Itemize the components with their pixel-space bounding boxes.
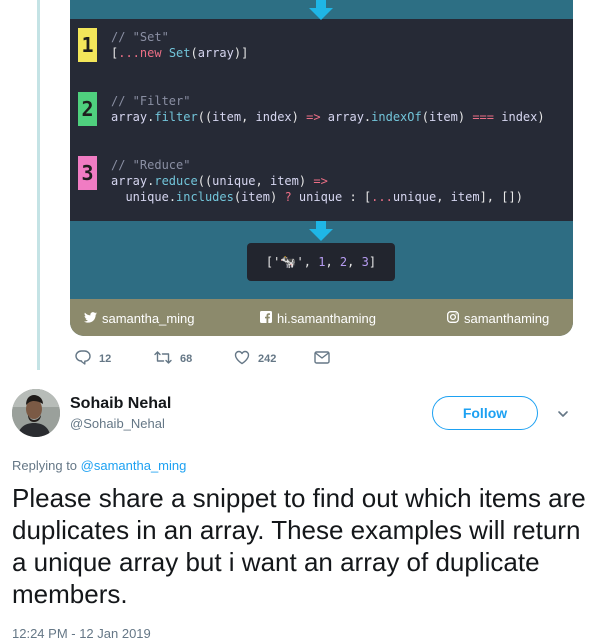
replying-to-link[interactable]: @samantha_ming [81,458,187,473]
result-output: ['🐄', 1, 2, 3] [247,243,395,281]
code-line: array.reduce((unique, item) => [111,174,328,188]
footer-instagram: samanthaming [447,309,549,327]
replying-to: Replying to @samantha_ming [12,458,186,473]
instagram-icon [447,310,459,326]
reply-button[interactable]: 12 [75,347,111,371]
facebook-icon [260,310,272,326]
footer-instagram-handle: samanthaming [464,310,550,326]
reply-tweet-text: Please share a snippet to find out which… [12,483,586,609]
reply-icon [75,350,91,368]
code-snippet: // "Reduce" array.reduce((unique, item) =… [111,157,523,205]
footer-facebook: hi.samanthaming [260,309,376,327]
cow-emoji: 🐄 [280,255,297,270]
twitter-bird-icon [84,311,97,326]
code-comment: // "Set" [111,30,169,44]
retweet-count: 68 [180,353,193,365]
snippet-number-badge: 2 [78,92,97,126]
arrow-down-icon [306,221,336,241]
mail-icon [314,351,330,367]
result-after-emoji: ', [296,255,319,269]
retweet-button[interactable]: 68 [154,347,192,371]
reply-count: 12 [99,353,112,365]
result-close: ] [368,255,377,269]
follow-button[interactable]: Follow [432,396,538,430]
reply-author-name[interactable]: Sohaib Nehal [70,395,171,413]
code-comment: // "Filter" [111,94,191,108]
code-line: unique.includes(item) ? unique : [...uni… [125,190,523,204]
code-line: [...new Set(array)] [111,46,249,60]
footer-facebook-handle: hi.samanthaming [277,310,376,326]
code-comment: // "Reduce" [111,158,191,172]
result-number: 3 [361,255,369,269]
retweet-icon [154,351,172,367]
snippet-number-badge: 3 [78,156,97,190]
code-snippet: // "Filter" array.filter((item, index) =>… [111,93,545,125]
code-panel: 1 // "Set" [...new Set(array)] 2 // "Filter"… [70,19,573,221]
like-button[interactable]: 242 [234,347,276,371]
like-count: 242 [258,353,277,365]
code-line: array.filter((item, index) => array.inde… [111,110,545,124]
code-snippet: // "Set" [...new Set(array)] [111,29,248,61]
snippet-number-badge: 1 [78,28,97,62]
result-open: [' [265,255,281,269]
arrow-down-icon [306,0,336,20]
chevron-down-icon[interactable] [556,407,570,421]
footer-twitter-handle: samantha_ming [102,310,195,326]
thread-connector-line [37,0,40,370]
direct-message-button[interactable] [314,347,330,371]
tweet-timestamp[interactable]: 12:24 PM - 12 Jan 2019 [12,626,151,641]
reply-author-handle[interactable]: @Sohaib_Nehal [70,416,165,431]
heart-icon [234,350,250,368]
avatar[interactable] [12,389,60,437]
replying-prefix: Replying to [12,458,81,473]
footer-twitter: samantha_ming [84,309,195,327]
tweet-image-card[interactable]: 1 // "Set" [...new Set(array)] 2 // "Filter"… [70,0,573,336]
